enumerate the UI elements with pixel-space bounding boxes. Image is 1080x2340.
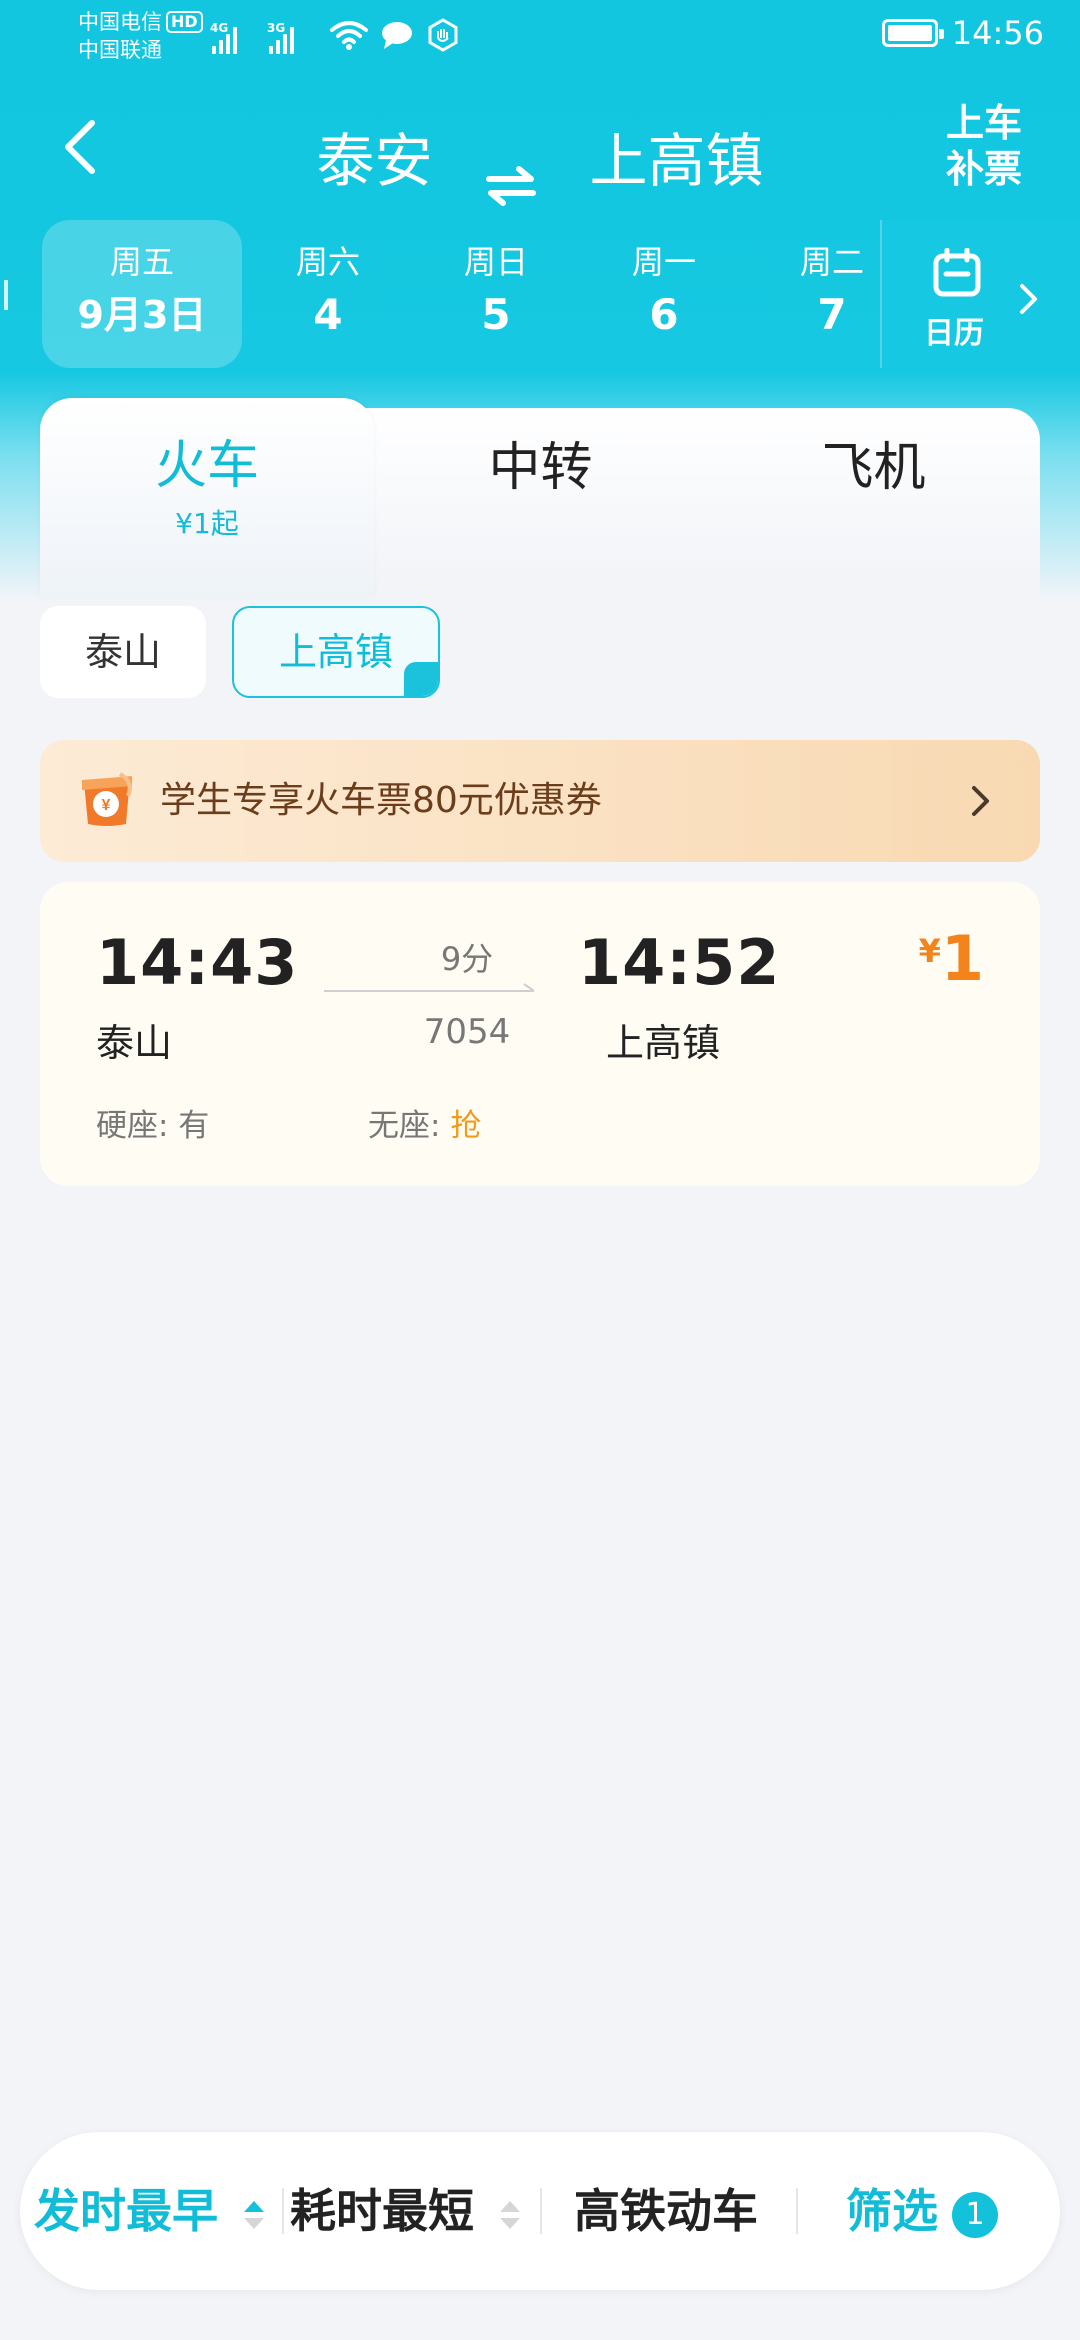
battery-icon: [881, 19, 944, 47]
net-type-2: 3G: [267, 21, 286, 35]
student-coupon-banner[interactable]: ¥ 学生专享火车票80元优惠券: [40, 740, 1040, 862]
from-city[interactable]: 泰安: [317, 127, 433, 195]
arrive-station: 上高镇: [606, 1021, 721, 1065]
swap-icon: [486, 165, 536, 206]
station-chip-label: 泰山: [84, 630, 161, 674]
price-value: 1: [940, 922, 984, 995]
sort-earliest-button[interactable]: 发时最早: [34, 2132, 266, 2290]
carrier-2: 中国联通: [78, 38, 162, 62]
svg-text:¥: ¥: [102, 797, 111, 814]
station-chip-label: 上高镇: [278, 630, 393, 674]
route-title: 泰安 上高镇: [0, 112, 1080, 206]
board-ticket-line1: 上车: [945, 101, 1022, 145]
tab-transfer-label: 中转: [488, 438, 593, 498]
carrier-info: 中国电信 HD 中国联通: [78, 8, 203, 64]
date-scroll-edge: [0, 280, 8, 310]
transport-mode-tabs: 火车 ¥1起 中转 飞机: [40, 398, 1040, 598]
signal-icons: 4G 3G: [210, 14, 294, 54]
board-ticket-button[interactable]: 上车 补票: [940, 100, 1028, 192]
arrow-right-icon: [324, 983, 535, 992]
ticket-price: ¥1: [919, 922, 984, 995]
chevron-right-icon: [1020, 284, 1037, 314]
seat-hard-value: 有: [178, 1108, 210, 1144]
sort-arrows-icon: [244, 2200, 265, 2229]
coupon-bag-icon: ¥: [82, 772, 132, 826]
divider: [282, 2188, 284, 2234]
train-number: 7054: [423, 1012, 511, 1052]
board-ticket-line2: 补票: [945, 147, 1022, 191]
hd-badge: HD: [166, 11, 203, 33]
status-bar: 中国电信 HD 中国联通 4G 3G 14:56: [0, 0, 1080, 72]
station-chip-taishan[interactable]: 泰山: [40, 606, 206, 698]
signal-4g-icon: 4G: [210, 21, 237, 54]
depart-station: 泰山: [96, 1021, 173, 1065]
sort-filter-bar: 发时最早 耗时最短 高铁动车 筛选 1: [20, 2132, 1060, 2290]
date-dow: 周五: [109, 243, 174, 281]
filter-button[interactable]: 筛选 1: [846, 2132, 998, 2290]
train-result-card[interactable]: 14:43 泰山 9分 7054 14:52 上高镇 ¥1 硬座: 有 无座: …: [40, 882, 1040, 1186]
filter-count-badge: 1: [952, 2191, 998, 2238]
chevron-right-icon: [972, 786, 989, 816]
calendar-icon: [933, 248, 981, 297]
coupon-text: 学生专享火车票80元优惠券: [160, 780, 602, 821]
high-speed-filter-button[interactable]: 高铁动车: [574, 2132, 758, 2290]
tab-flight[interactable]: 飞机: [707, 408, 1040, 598]
net-type-1: 4G: [210, 21, 229, 35]
price-currency: ¥: [918, 932, 941, 970]
wifi-icon: [330, 21, 368, 50]
signal-3g-icon: 3G: [267, 21, 294, 54]
divider: [796, 2188, 798, 2234]
sort-shortest-label: 耗时最短: [290, 2184, 474, 2238]
date-day: 9月3日: [77, 293, 207, 337]
tab-transfer[interactable]: 中转: [374, 408, 707, 598]
tab-train[interactable]: 火车 ¥1起: [40, 398, 374, 598]
seat-standing-value[interactable]: 抢: [450, 1108, 481, 1144]
carrier-1: 中国电信: [78, 10, 162, 34]
arrive-time: 14:52: [578, 926, 781, 999]
station-chip-shanggaozhen[interactable]: 上高镇: [232, 606, 440, 698]
check-icon: [404, 662, 438, 696]
depart-time: 14:43: [96, 926, 299, 999]
sort-shortest-button[interactable]: 耗时最短: [290, 2132, 522, 2290]
status-time: 14:56: [951, 14, 1044, 52]
sort-arrows-icon: [500, 2200, 521, 2229]
sort-earliest-label: 发时最早: [34, 2184, 218, 2238]
seat-hard-label: 硬座:: [96, 1108, 169, 1144]
high-speed-label: 高铁动车: [574, 2184, 758, 2238]
to-city[interactable]: 上高镇: [589, 127, 763, 195]
seat-standing-label: 无座:: [368, 1108, 441, 1144]
message-icon: [382, 22, 412, 49]
seat-standing: 无座: 抢: [368, 1100, 481, 1145]
seat-hard: 硬座: 有: [96, 1100, 209, 1145]
trip-duration: 9分: [440, 940, 494, 978]
tab-train-price: ¥1起: [175, 507, 239, 540]
calendar-label: 日历: [924, 316, 984, 351]
swap-stations-button[interactable]: [485, 141, 537, 206]
filter-label: 筛选: [846, 2184, 938, 2238]
calendar-button[interactable]: 日历: [880, 220, 1080, 368]
app-notification-icon: [428, 18, 458, 52]
date-selector: 周五 9月3日 周六 4 周日 5 周一 6 周二 7 日历: [0, 220, 1080, 370]
tab-flight-label: 飞机: [821, 438, 926, 498]
divider: [540, 2188, 542, 2234]
date-item-fri[interactable]: 周五 9月3日: [42, 220, 242, 368]
tab-train-label: 火车: [154, 436, 259, 496]
